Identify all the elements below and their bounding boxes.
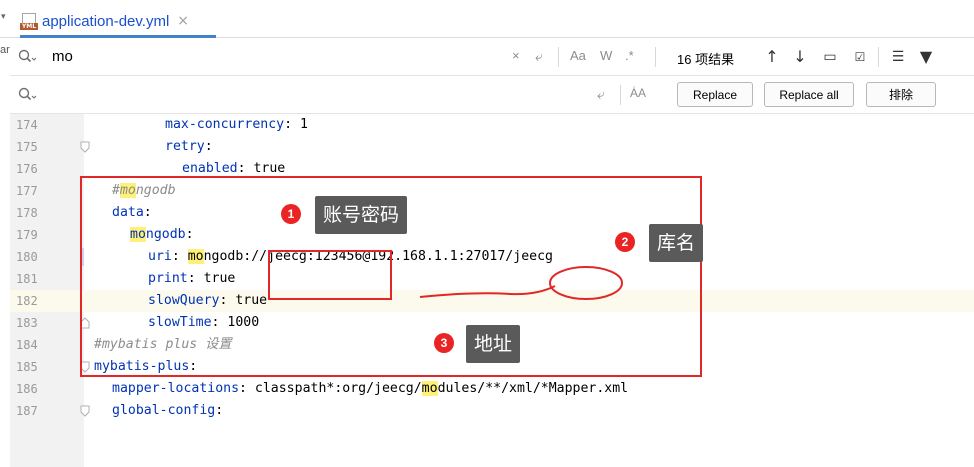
annotation-badge-2: 2	[615, 232, 635, 252]
address-underline	[419, 285, 556, 298]
annotation-label-credentials: 账号密码	[315, 196, 408, 234]
database-name-circle	[549, 266, 623, 300]
annotation-label-address: 地址	[466, 325, 521, 363]
annotation-badge-1: 1	[281, 204, 301, 224]
annotation-label-database: 库名	[649, 224, 704, 262]
annotation-strokes	[419, 266, 623, 300]
annotation-badge-3: 3	[434, 333, 454, 353]
